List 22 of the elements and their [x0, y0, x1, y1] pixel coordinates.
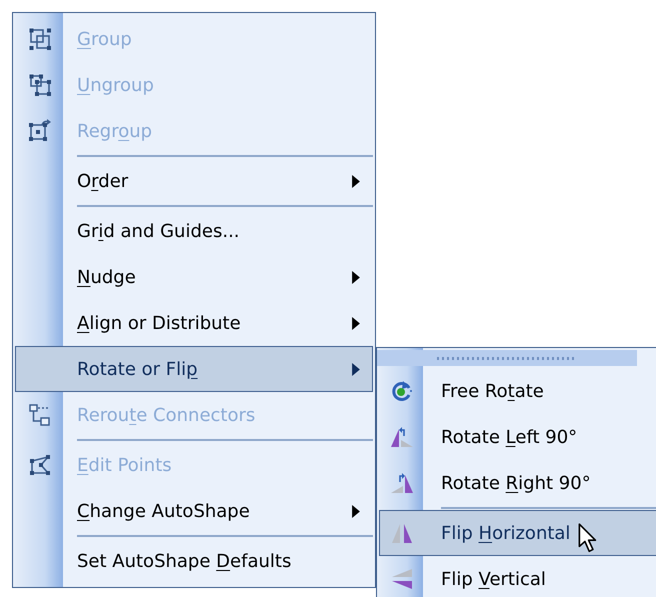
edit-points-icon [28, 453, 52, 477]
menu-item[interactable]: Order [15, 158, 373, 204]
menu-item[interactable]: Align or Distribute [15, 300, 373, 346]
connector-icon [28, 403, 52, 427]
menu-item[interactable]: Set AutoShape Defaults [15, 538, 373, 584]
menu-item[interactable]: Flip Horizontal [379, 510, 656, 556]
menu-item[interactable]: Nudge [15, 254, 373, 300]
group-icon [28, 27, 52, 51]
menu-item[interactable]: Rotate Right 90° [379, 460, 656, 506]
ungroup-icon [28, 73, 52, 97]
menu-item[interactable]: Rotate Left 90° [379, 414, 656, 460]
free-rotate-icon [390, 379, 414, 403]
rotate-left-icon [390, 425, 414, 449]
menu-item[interactable]: Grid and Guides... [15, 208, 373, 254]
menu-item[interactable]: Rotate or Flip [15, 346, 373, 392]
grip-handle[interactable] [377, 350, 637, 366]
regroup-icon [28, 119, 52, 143]
menu-item[interactable]: Change AutoShape [15, 488, 373, 534]
menu-item[interactable]: Flip Vertical [379, 556, 656, 597]
flip-vertical-icon [390, 567, 414, 591]
menu-item[interactable]: Free Rotate [379, 368, 656, 414]
rotate-right-icon [390, 471, 414, 495]
